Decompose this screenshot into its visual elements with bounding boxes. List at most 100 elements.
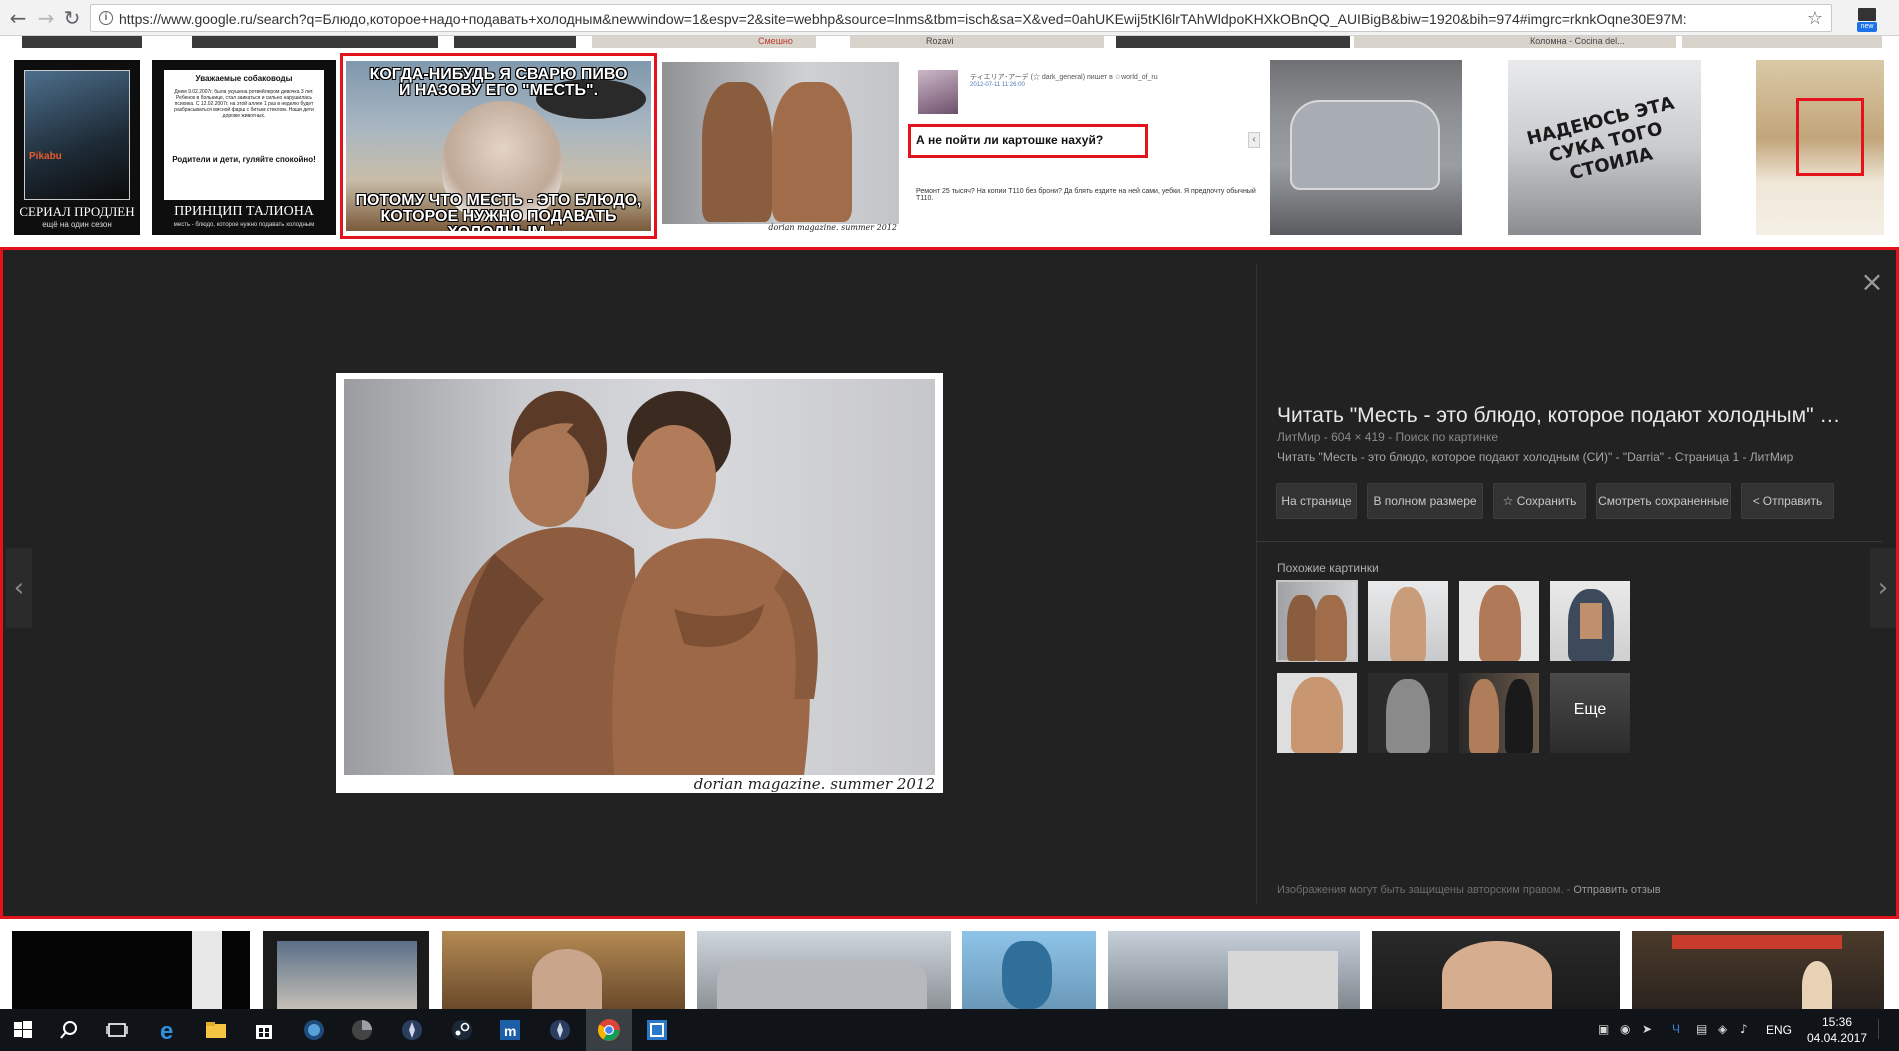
result-thumbnail[interactable]: [1372, 931, 1620, 1009]
similar-image-thumbnail[interactable]: [1550, 581, 1630, 661]
thumbnail-notice: Уважаемые собаководы Днем 9.02.2007г. бы…: [164, 70, 324, 200]
result-thumbnail[interactable]: Уважаемые собаководы Днем 9.02.2007г. бы…: [152, 60, 336, 235]
result-thumbnail-selected[interactable]: dorian magazine. summer 2012: [662, 62, 899, 232]
similar-image-thumbnail[interactable]: [1277, 673, 1357, 753]
copyright-text: Изображения могут быть защищены авторски…: [1277, 884, 1564, 896]
previous-row-thumbnail[interactable]: Смешно: [592, 36, 816, 48]
peek-label: Rozavi: [926, 36, 954, 46]
previous-row-thumbnail[interactable]: [22, 36, 142, 48]
similar-image-thumbnail[interactable]: [1368, 581, 1448, 661]
similar-image-thumbnail[interactable]: [1459, 581, 1539, 661]
car-graffiti-text: НАДЕЮСЬ ЭТА СУКА ТОГО СТОИЛА: [1524, 92, 1677, 185]
view-saved-button[interactable]: Смотреть сохраненные: [1596, 483, 1731, 519]
app-window-icon[interactable]: [644, 1017, 670, 1043]
result-thumbnail[interactable]: [1756, 60, 1884, 235]
chevron-left-icon[interactable]: ‹: [1248, 132, 1260, 148]
url-text[interactable]: https://www.google.ru/search?q=Блюдо,кот…: [119, 11, 1779, 27]
steam-icon[interactable]: [449, 1017, 475, 1043]
tray-letter-icon[interactable]: Ч: [1672, 1022, 1680, 1036]
windows-start-icon[interactable]: [10, 1017, 36, 1043]
more-similar-button[interactable]: Еще: [1550, 673, 1630, 753]
blog-user-line: ティエリア･アーデ (☆ dark_general) пишет в ☆worl…: [970, 74, 1158, 81]
previous-row-thumbnail[interactable]: [1682, 36, 1882, 48]
result-thumbnail[interactable]: [1632, 931, 1884, 1009]
previous-row-thumbnail[interactable]: [454, 36, 576, 48]
task-view-icon[interactable]: [104, 1017, 130, 1043]
app-disc-icon[interactable]: [349, 1017, 375, 1043]
previous-row-thumbnail[interactable]: Коломна - Cocina del...: [1354, 36, 1676, 48]
extension-badge: new: [1857, 22, 1877, 32]
visit-page-button[interactable]: На странице: [1276, 483, 1357, 519]
result-title-link[interactable]: Читать "Месть - это блюдо, которое подаю…: [1277, 404, 1847, 428]
section-divider: [1257, 541, 1882, 542]
similar-image-thumbnail[interactable]: [1276, 580, 1358, 662]
chrome-icon[interactable]: [596, 1017, 622, 1043]
app-game-icon[interactable]: [547, 1017, 573, 1043]
app-game-icon[interactable]: [399, 1017, 425, 1043]
result-thumbnail-blogpost[interactable]: ティエリア･アーデ (☆ dark_general) пишет в ☆worl…: [908, 64, 1258, 234]
result-thumbnail[interactable]: [697, 931, 951, 1009]
show-desktop-button[interactable]: [1878, 1019, 1892, 1039]
result-thumbnail[interactable]: [1108, 931, 1360, 1009]
mail-extension-button[interactable]: new: [1854, 6, 1880, 32]
send-feedback-link[interactable]: Отправить отзыв: [1573, 884, 1660, 896]
previous-row-thumbnail[interactable]: Rozavi: [850, 36, 1104, 48]
tray-telegram-icon[interactable]: ➤: [1642, 1022, 1652, 1036]
language-indicator[interactable]: ENG: [1766, 1023, 1792, 1037]
similar-image-thumbnail[interactable]: [1459, 673, 1539, 753]
reload-icon[interactable]: ↻: [60, 6, 84, 30]
similar-images-heading: Похожие картинки: [1277, 561, 1379, 575]
close-icon[interactable]: ×: [1857, 267, 1887, 297]
back-arrow-icon[interactable]: ←: [6, 6, 30, 30]
previous-row-thumbnail[interactable]: [1116, 36, 1350, 48]
share-button[interactable]: < Отправить: [1741, 483, 1834, 519]
browser-toolbar: ← → ↻ i https://www.google.ru/search?q=Б…: [0, 0, 1899, 36]
main-image-caption: dorian magazine. summer 2012: [693, 775, 935, 793]
file-explorer-icon[interactable]: [203, 1017, 229, 1043]
blog-body: Ремонт 25 тысяч? На копии T110 без брони…: [916, 188, 1256, 202]
copyright-notice: Изображения могут быть защищены авторски…: [1277, 884, 1661, 896]
thumbnail-caption: СЕРИАЛ ПРОДЛЕН: [19, 204, 135, 219]
blog-avatar: [918, 70, 958, 114]
result-thumbnail[interactable]: [263, 931, 429, 1009]
clock-time[interactable]: 15:36: [1807, 1015, 1867, 1029]
tray-network-icon[interactable]: ▣: [1598, 1022, 1609, 1036]
notice-body: Днем 9.02.2007г. была укушена ротвейлеро…: [174, 89, 314, 119]
result-thumbnail[interactable]: Pikabu СЕРИАЛ ПРОДЛЕН ещё на один сезон: [14, 60, 140, 235]
save-button[interactable]: ☆ Сохранить: [1493, 483, 1586, 519]
similar-image-thumbnail[interactable]: [1368, 673, 1448, 753]
save-label: ☆ Сохранить: [1502, 493, 1577, 508]
tray-steam-icon[interactable]: ◉: [1620, 1022, 1630, 1036]
envelope-icon: [1858, 8, 1876, 21]
store-icon[interactable]: [251, 1017, 277, 1043]
panel-divider: [1256, 264, 1257, 904]
blog-date-line: 2012-07-11 11:26:00: [970, 82, 1025, 88]
previous-row-thumbnail[interactable]: [192, 36, 438, 48]
footer-separator: -: [1563, 884, 1574, 896]
tray-shield-icon[interactable]: ◈: [1718, 1022, 1727, 1036]
app-media-icon[interactable]: m: [497, 1017, 523, 1043]
result-thumbnail[interactable]: [12, 931, 250, 1009]
info-icon[interactable]: i: [99, 11, 113, 25]
full-size-button[interactable]: В полном размере: [1367, 483, 1483, 519]
main-image[interactable]: dorian magazine. summer 2012: [336, 373, 943, 793]
chevron-left-icon[interactable]: ‹: [6, 548, 32, 628]
result-thumbnail[interactable]: НАДЕЮСЬ ЭТА СУКА ТОГО СТОИЛА: [1508, 60, 1701, 235]
volume-icon[interactable]: ♪: [1740, 1022, 1748, 1036]
chevron-right-icon[interactable]: ›: [1870, 548, 1896, 628]
result-thumbnail-meme[interactable]: КОГДА-НИБУДЬ Я СВАРЮ ПИВО И НАЗОВУ ЕГО "…: [346, 61, 651, 231]
edge-browser-icon[interactable]: e: [156, 1017, 182, 1045]
result-thumbnail[interactable]: [962, 931, 1096, 1009]
search-icon[interactable]: [56, 1017, 82, 1043]
notice-footer: Родители и дети, гуляйте спокойно!: [172, 155, 316, 164]
thumbnail-photo: [1290, 100, 1440, 190]
app-shield-icon[interactable]: [301, 1017, 327, 1043]
forward-arrow-icon[interactable]: →: [34, 6, 58, 30]
bookmark-star-icon[interactable]: ☆: [1807, 8, 1823, 29]
clock-date[interactable]: 04.04.2017: [1800, 1031, 1874, 1045]
tray-app-icon[interactable]: ▤: [1696, 1022, 1707, 1036]
thumbnail-photo: Pikabu: [24, 70, 130, 200]
result-thumbnail[interactable]: [1270, 60, 1462, 235]
address-bar[interactable]: i https://www.google.ru/search?q=Блюдо,к…: [90, 4, 1832, 32]
result-thumbnail[interactable]: [442, 931, 685, 1009]
